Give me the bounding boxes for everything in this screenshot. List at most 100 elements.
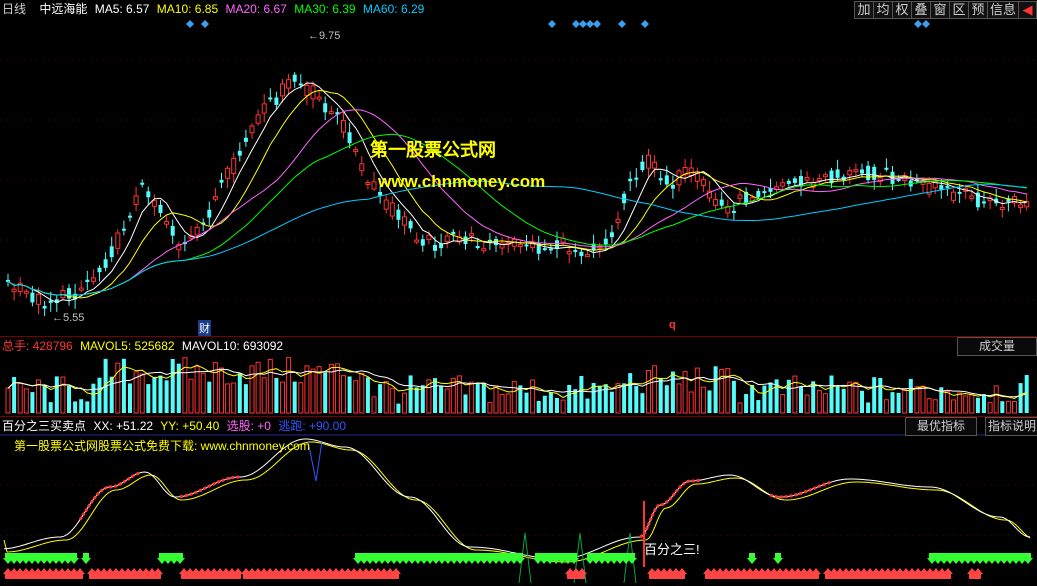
candle-body bbox=[231, 157, 237, 174]
candle-body bbox=[999, 207, 1005, 211]
volume-bar bbox=[822, 393, 828, 414]
candle-body bbox=[573, 249, 578, 252]
volume-bar bbox=[170, 358, 175, 413]
toolbar-collapse-icon[interactable]: ◀ bbox=[1018, 1, 1037, 19]
q-marker[interactable]: q bbox=[669, 319, 676, 331]
candle-body bbox=[469, 233, 475, 237]
candle-body bbox=[194, 226, 200, 236]
volume-bar bbox=[670, 371, 675, 413]
toolbar-info[interactable]: 信息 bbox=[986, 1, 1018, 19]
candle-body bbox=[128, 215, 132, 218]
candle-body bbox=[268, 97, 273, 100]
volume-bar bbox=[609, 391, 614, 413]
candle-body bbox=[90, 277, 96, 282]
volume-bar bbox=[920, 385, 926, 414]
signal-text: 百分之三! bbox=[644, 542, 700, 557]
candle-body bbox=[884, 167, 889, 170]
volume-bar bbox=[804, 394, 810, 414]
xx-line bbox=[3, 438, 1031, 560]
volume-bar bbox=[555, 398, 559, 413]
candle-body bbox=[609, 232, 614, 238]
candle-body bbox=[237, 150, 242, 156]
signal-diamond-icon bbox=[922, 20, 930, 28]
candle-body bbox=[866, 165, 871, 181]
volume-bar bbox=[969, 393, 975, 414]
toolbar-forecast[interactable]: 预 bbox=[967, 1, 987, 19]
toolbar-rights[interactable]: 权 bbox=[891, 1, 911, 19]
volume-bar bbox=[652, 365, 658, 414]
kline-chart[interactable] bbox=[0, 0, 1037, 336]
period-label: 日线 bbox=[2, 2, 27, 16]
candle-body bbox=[378, 191, 383, 196]
candle-body bbox=[481, 248, 487, 252]
candle-body bbox=[353, 149, 359, 153]
candle-body bbox=[475, 246, 480, 249]
volume-bar bbox=[872, 377, 877, 413]
volume-bar bbox=[365, 377, 370, 413]
finance-marker[interactable]: 财 bbox=[198, 320, 211, 336]
stock-name: 中远海能 bbox=[39, 2, 88, 16]
candle-body bbox=[274, 97, 279, 105]
volume-bar bbox=[109, 376, 114, 413]
volume-bar bbox=[1018, 383, 1023, 413]
candle-body bbox=[60, 289, 66, 299]
candle-body bbox=[719, 199, 724, 206]
candle-body bbox=[542, 248, 547, 251]
volume-bar bbox=[908, 378, 913, 413]
toolbar-add[interactable]: 加 bbox=[853, 1, 873, 19]
toolbar-ma[interactable]: 均 bbox=[872, 1, 892, 19]
candle-body bbox=[847, 170, 853, 176]
volume-bar bbox=[188, 378, 194, 414]
candle-body bbox=[945, 185, 950, 188]
candle-body bbox=[670, 184, 675, 189]
candle-body bbox=[646, 154, 651, 169]
volume-bar bbox=[359, 373, 365, 414]
volume-bar bbox=[353, 380, 359, 414]
candle-body bbox=[951, 191, 956, 201]
kline-panel[interactable]: 日线 中远海能 MA5: 6.57 MA10: 6.85 MA20: 6.67 … bbox=[0, 0, 1037, 336]
volume-bar bbox=[493, 385, 499, 414]
volume-bar bbox=[511, 380, 517, 414]
volume-bar bbox=[267, 358, 273, 414]
volume-bar bbox=[194, 366, 200, 414]
toolbar-window[interactable]: 窗 bbox=[929, 1, 949, 19]
volume-bar bbox=[341, 375, 346, 414]
candle-body bbox=[756, 190, 761, 198]
rising-segment bbox=[639, 478, 701, 539]
toolbar-overlay[interactable]: 叠 bbox=[910, 1, 930, 19]
toolbar: 加 均 权 叠 窗 区 预 信息 ◀ bbox=[853, 1, 1037, 19]
candle-body bbox=[212, 196, 218, 200]
volume-bar bbox=[542, 395, 547, 413]
candle-body bbox=[408, 221, 413, 229]
volume-bar bbox=[79, 399, 84, 413]
volume-bar bbox=[219, 367, 224, 414]
indicator-panel[interactable]: 百分之三买卖点 XX: +51.22 YY: +50.40 选股: +0 逃跑:… bbox=[0, 417, 1037, 586]
candle-body bbox=[140, 182, 145, 185]
toolbar-range[interactable]: 区 bbox=[948, 1, 968, 19]
best-indicator-button[interactable]: 最优指标 bbox=[905, 417, 977, 436]
volume-bar bbox=[524, 392, 529, 413]
promo-text: 第一股票公式网股票公式免费下载: www.chnmoney.com bbox=[14, 439, 310, 453]
volume-panel[interactable]: 总手: 428796 MAVOL5: 525682 MAVOL10: 69309… bbox=[0, 337, 1037, 416]
candle-body bbox=[316, 96, 322, 100]
volume-bar bbox=[128, 383, 132, 413]
watermark-url: www.chnmoney.com bbox=[378, 172, 546, 191]
volume-bar bbox=[439, 386, 444, 413]
indicator-help-button[interactable]: 指标说明 bbox=[985, 417, 1037, 436]
volume-bar bbox=[853, 381, 859, 414]
volume-bar bbox=[799, 386, 803, 413]
volume-bar bbox=[676, 383, 682, 414]
volume-header: 总手: 428796 MAVOL5: 525682 MAVOL10: 69309… bbox=[2, 337, 287, 355]
volume-bar bbox=[231, 382, 237, 414]
volume-bar bbox=[200, 372, 206, 414]
total-volume: 总手: 428796 bbox=[2, 339, 73, 353]
volume-button[interactable]: 成交量 bbox=[957, 337, 1037, 356]
indicator-header: 百分之三买卖点 XX: +51.22 YY: +50.40 选股: +0 逃跑:… bbox=[2, 417, 350, 435]
candle-body bbox=[298, 83, 303, 86]
candle-body bbox=[292, 74, 297, 82]
volume-bar bbox=[847, 381, 853, 414]
candle-body bbox=[517, 243, 523, 247]
candle-body bbox=[585, 254, 590, 258]
volume-bar bbox=[1000, 401, 1005, 413]
candle-body bbox=[957, 191, 962, 194]
